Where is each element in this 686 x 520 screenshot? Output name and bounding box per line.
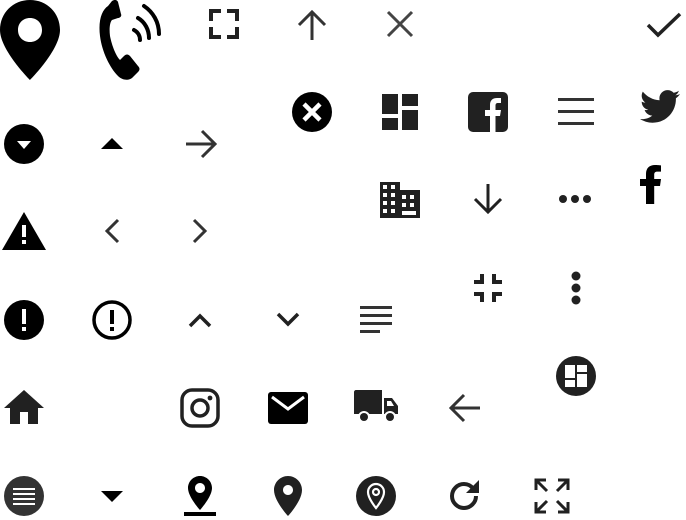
caret-down-icon	[101, 491, 123, 502]
location-circle-icon	[356, 476, 396, 516]
home-icon	[4, 390, 44, 424]
facebook-icon	[640, 164, 664, 204]
twitter-icon	[640, 90, 680, 124]
mail-icon	[268, 392, 308, 424]
arrow-right-icon	[184, 129, 218, 159]
arrow-down-icon	[472, 182, 504, 216]
chevron-up-icon	[188, 312, 212, 328]
warning-icon	[2, 212, 46, 250]
dashboard-icon	[382, 94, 418, 130]
instagram-icon	[180, 388, 220, 428]
arrow-up-icon	[296, 8, 328, 42]
notes-icon	[360, 306, 392, 334]
arrow-left-icon	[448, 393, 482, 423]
pin-icon	[274, 476, 302, 516]
chevron-right-icon	[192, 218, 208, 244]
error-outline-icon	[92, 300, 132, 340]
expand-icon	[534, 478, 570, 514]
close-circle-icon	[292, 92, 332, 132]
dropdown-circle-icon	[4, 124, 44, 164]
fullscreen-icon	[208, 8, 240, 40]
close-icon	[386, 10, 414, 38]
truck-icon	[354, 390, 398, 424]
map-pin-icon	[0, 0, 60, 80]
list-circle-icon	[4, 476, 44, 516]
fullscreen-exit-icon	[474, 274, 502, 302]
phone-ringing-icon	[98, 0, 162, 82]
chevron-down-icon	[276, 312, 300, 328]
dashboard-circle-icon	[556, 356, 596, 396]
caret-up-icon	[101, 138, 123, 149]
location-pin-icon	[184, 476, 216, 516]
chevron-left-icon	[104, 218, 120, 244]
refresh-icon	[446, 478, 482, 514]
error-circle-icon	[4, 300, 44, 340]
menu-icon	[558, 98, 594, 126]
more-vertical-icon	[570, 270, 582, 306]
building-icon	[380, 182, 420, 218]
facebook-square-icon	[468, 92, 508, 132]
check-icon	[646, 12, 682, 38]
more-horizontal-icon	[558, 194, 592, 204]
